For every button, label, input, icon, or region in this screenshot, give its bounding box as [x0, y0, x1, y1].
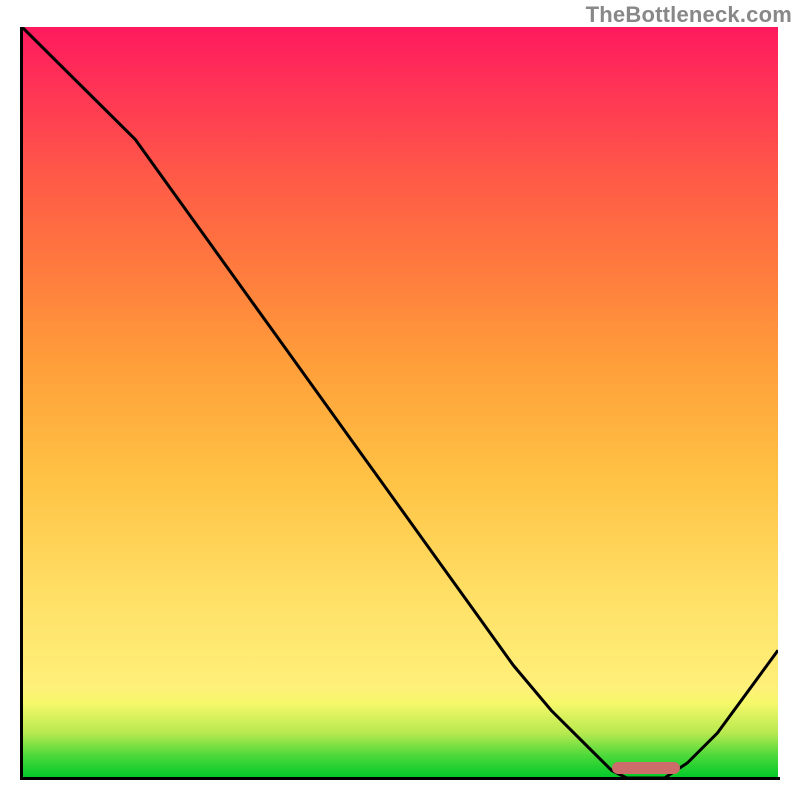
bottleneck-curve [22, 27, 778, 778]
optimal-range-marker [612, 762, 680, 774]
chart-frame: TheBottleneck.com [0, 0, 800, 800]
watermark-text: TheBottleneck.com [586, 2, 792, 28]
